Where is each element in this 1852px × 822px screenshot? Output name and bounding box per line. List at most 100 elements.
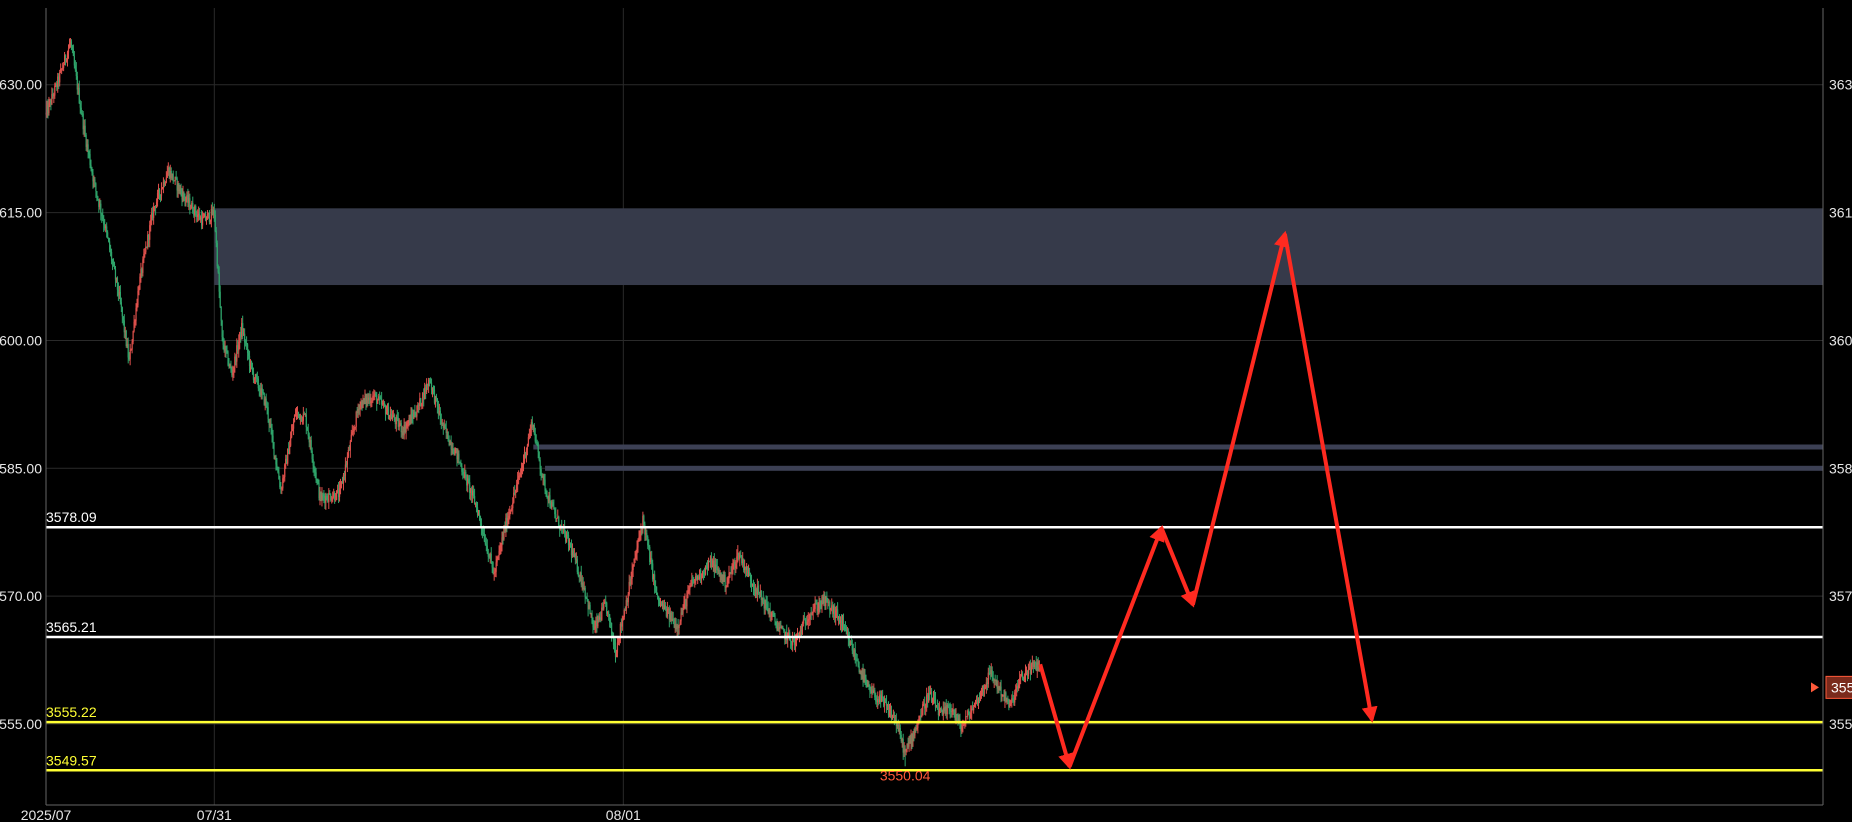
candle-body [103,219,105,225]
candle-body [428,380,431,383]
x-tick-label: 2025/07 [21,807,72,822]
candle-body [261,388,263,393]
candle-body [732,564,734,570]
candle-body [544,479,546,491]
candle-body [61,68,63,70]
candle-body [122,316,124,321]
candle-body [623,610,625,618]
candle-body [63,65,65,68]
candle-body [974,699,977,704]
candle-body [71,46,74,50]
candle-body [96,191,98,197]
candle-body [107,232,109,238]
candle-body [627,594,629,603]
candle-body [202,217,205,219]
candle-body [725,587,727,588]
candle-body [289,445,291,454]
chart-canvas[interactable]: 3578.09 3565.21 3555.22 3549.57 3630.00 3615… [0,0,1852,822]
candle-body [205,219,208,221]
candle-body [88,151,90,155]
candle-body [728,572,730,580]
candle-body [711,565,713,567]
candle-body [160,188,163,196]
candle-body [710,558,712,567]
candle-body [835,610,837,619]
candle-body [633,558,635,567]
candle-body [276,464,278,470]
candle-body [131,341,133,350]
candle-body [143,253,145,260]
candle-body [635,553,637,558]
candle-body [497,555,499,560]
candle-body [963,724,965,726]
candle-body [447,431,449,442]
candle-body [272,435,274,442]
candle-body [540,469,542,474]
x-tick-label: 08/01 [606,807,641,822]
candle-body [258,388,260,391]
candle-body [1020,676,1022,679]
candle-body [350,434,352,442]
candle-body [865,677,867,684]
candle-body [315,472,317,481]
candle-body [388,415,391,419]
candle-body [610,622,612,623]
candle-body [458,453,460,462]
candle-body [525,449,528,458]
candle-body [189,198,191,209]
candle-body [591,613,593,623]
candle-body [75,69,77,77]
candle-body [142,259,144,273]
candle-body [974,703,976,707]
candle-body [882,696,884,698]
candle-body [149,225,151,240]
candle-body [208,212,211,222]
candle-body [689,585,691,590]
candle-body [155,201,158,208]
candle-body [1010,700,1012,704]
candle-body [508,515,510,519]
y-tick-label: 3600.00 [0,332,42,348]
candle-body [227,351,229,365]
y-tick-label: 3585.00 [0,460,42,476]
candle-body [951,711,953,712]
candle-body [120,302,122,308]
candle-body [385,412,388,415]
candle-body [244,333,246,343]
candle-body [314,468,316,473]
candle-body [701,577,703,579]
candle-body [535,441,537,443]
candle-body [113,263,116,270]
candle-body [491,561,493,568]
candle-body [844,627,847,629]
candle-body [686,595,688,607]
candle-body [262,392,264,393]
candle-body [914,728,916,736]
candle-body [311,450,313,460]
candle-body [584,587,586,597]
candle-body [156,193,159,202]
candle-body [830,608,832,611]
candle-body [130,349,132,351]
candle-body [78,87,80,104]
candle-body [726,582,728,588]
candle-body [762,597,764,603]
candle-body [585,596,587,599]
candle-body [973,706,975,711]
candle-body [166,172,168,178]
candle-body [740,555,742,557]
candle-body [195,206,197,214]
candle-body [201,217,204,226]
candle-body [868,684,870,688]
candle-body [214,214,216,231]
candle-body [874,690,876,698]
candlestick-chart[interactable]: 3578.09 3565.21 3555.22 3549.57 3630.00 3615… [0,0,1852,822]
candle-body [359,404,361,410]
candle-body [73,56,75,66]
candle-body [100,203,102,214]
candle-body [475,503,478,508]
candle-body [938,708,940,716]
candle-body [432,387,435,390]
y-tick-label: 3630.00 [0,77,42,93]
candle-body [66,52,69,61]
